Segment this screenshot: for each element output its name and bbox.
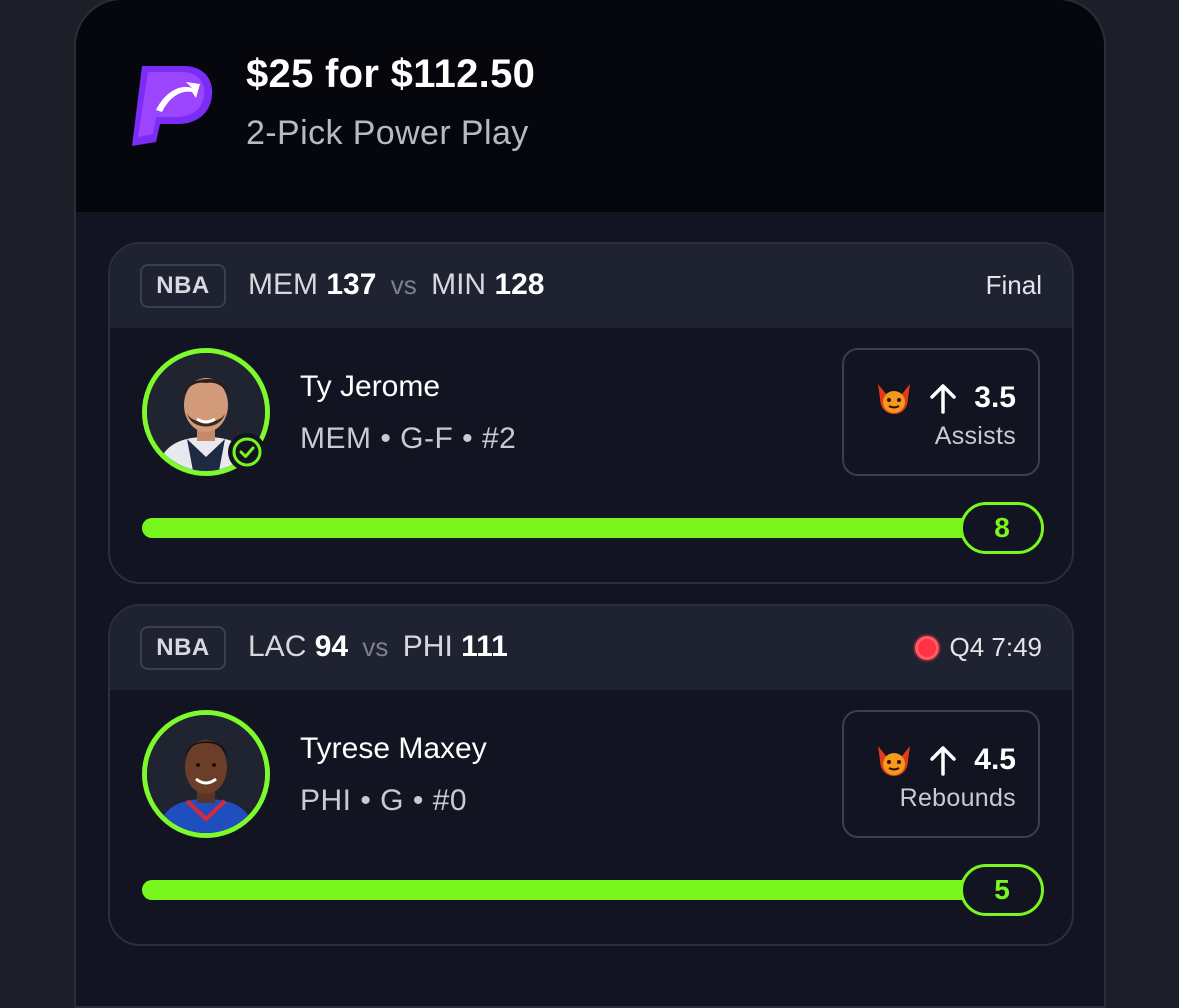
game-status-text: Q4 7:49 — [949, 632, 1042, 662]
matchup: MEM 137 vs MIN 128 — [248, 268, 545, 302]
game-status: Final — [986, 270, 1042, 301]
arrow-up-icon — [930, 384, 957, 414]
actual-stat-value: 5 — [960, 864, 1044, 916]
player-meta: MEM • G-F • #2 — [300, 422, 517, 455]
score-b: 111 — [461, 630, 508, 663]
entry-card: $25 for $112.50 2-Pick Power Play NBA ME… — [74, 0, 1106, 1008]
arrow-up-icon — [930, 746, 957, 776]
player-name: Tyrese Maxey — [300, 732, 487, 765]
progress-bar — [142, 880, 972, 900]
team-b: MIN — [431, 268, 487, 301]
team-a: LAC — [248, 630, 307, 663]
game-status-text: Final — [985, 270, 1042, 300]
score-a: 94 — [314, 630, 349, 663]
game-header: NBA MEM 137 vs MIN 128 Final — [110, 244, 1072, 328]
score-a: 137 — [326, 268, 377, 301]
team-a: MEM — [248, 268, 318, 301]
entry-header: $25 for $112.50 2-Pick Power Play — [76, 0, 1104, 212]
team-b: PHI — [402, 630, 453, 663]
progress-bar — [142, 518, 972, 538]
prizepicks-logo — [132, 66, 213, 146]
game-status: Q4 7:49 — [915, 632, 1042, 663]
projection-line: 4.5 — [874, 740, 1016, 780]
projection-line: 3.5 — [874, 378, 1016, 418]
score-b: 128 — [494, 268, 545, 301]
progress-fill — [142, 518, 972, 538]
actual-stat-value: 8 — [960, 502, 1044, 554]
league-badge: NBA — [140, 264, 226, 308]
vs-label: vs — [362, 632, 389, 662]
play-type-label: 2-Pick Power Play — [246, 114, 529, 152]
league-badge: NBA — [140, 626, 226, 670]
matchup: LAC 94 vs PHI 111 — [248, 630, 508, 664]
projection-box[interactable]: 4.5 Rebounds — [842, 710, 1040, 838]
payout-title: $25 for $112.50 — [246, 52, 536, 96]
live-indicator-icon — [915, 635, 940, 660]
player-headshot — [147, 715, 265, 833]
projection-value: 4.5 — [974, 743, 1016, 776]
progress-fill — [142, 880, 972, 900]
player-avatar — [142, 710, 270, 838]
demon-icon — [878, 746, 911, 776]
stat-type-label: Assists — [934, 422, 1016, 450]
player-name: Ty Jerome — [300, 370, 441, 403]
projection-value: 3.5 — [974, 381, 1016, 414]
vs-label: vs — [390, 270, 417, 300]
pick-card[interactable]: NBA MEM 137 vs MIN 128 Final Ty Jerome M… — [108, 242, 1074, 584]
projection-box[interactable]: 3.5 Assists — [842, 348, 1040, 476]
pick-card[interactable]: NBA LAC 94 vs PHI 111 Q4 7:49 Tyrese Max… — [108, 604, 1074, 946]
game-header: NBA LAC 94 vs PHI 111 Q4 7:49 — [110, 606, 1072, 690]
demon-icon — [878, 384, 911, 414]
stat-type-label: Rebounds — [899, 784, 1016, 812]
player-meta: PHI • G • #0 — [300, 784, 468, 817]
check-icon — [228, 433, 266, 471]
